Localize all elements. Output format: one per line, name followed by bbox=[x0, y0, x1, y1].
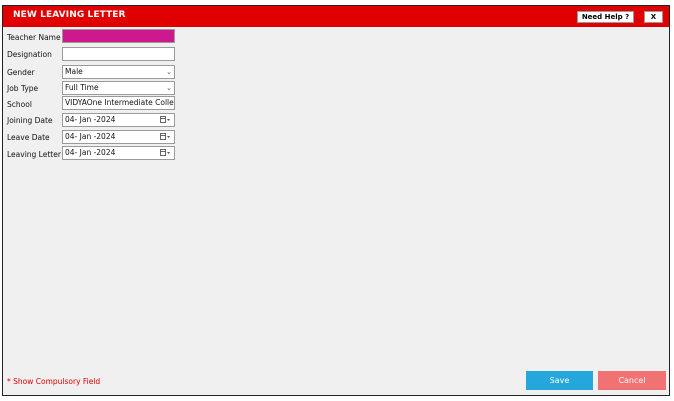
title-bar: NEW LEAVING LETTER Need Help ? X bbox=[3, 6, 669, 27]
close-button[interactable]: X bbox=[644, 11, 663, 23]
job-type-label: Job Type bbox=[7, 84, 39, 93]
save-button[interactable]: Save bbox=[526, 371, 593, 390]
leave-date-value: 04- Jan -2024 bbox=[65, 132, 116, 141]
joining-date-value: 04- Jan -2024 bbox=[65, 115, 116, 124]
joining-date-picker[interactable]: 04- Jan -2024 bbox=[62, 113, 175, 127]
chevron-down-icon: ⌄ bbox=[166, 84, 172, 92]
teacher-name-label: Teacher Name bbox=[7, 33, 61, 42]
leaving-letter-label: Leaving Letter bbox=[7, 150, 61, 159]
chevron-down-icon: ⌄ bbox=[166, 68, 172, 76]
compulsory-field-note: * Show Compulsory Field bbox=[7, 377, 101, 386]
job-type-value: Full Time bbox=[65, 83, 99, 92]
leave-date-label: Leave Date bbox=[7, 133, 50, 142]
school-input[interactable]: VIDYAOne Intermediate College bbox=[62, 96, 175, 110]
gender-label: Gender bbox=[7, 68, 35, 77]
calendar-icon[interactable] bbox=[160, 116, 171, 124]
gender-value: Male bbox=[65, 67, 83, 76]
calendar-icon[interactable] bbox=[160, 133, 171, 141]
teacher-name-input[interactable] bbox=[62, 29, 175, 43]
calendar-icon[interactable] bbox=[160, 149, 171, 157]
designation-input[interactable] bbox=[62, 47, 175, 61]
joining-date-label: Joining Date bbox=[7, 116, 53, 125]
school-label: School bbox=[7, 100, 32, 109]
need-help-button[interactable]: Need Help ? bbox=[577, 11, 634, 23]
leaving-letter-window: NEW LEAVING LETTER Need Help ? X Teacher… bbox=[2, 5, 670, 396]
cancel-button[interactable]: Cancel bbox=[598, 371, 666, 390]
job-type-select[interactable]: Full Time ⌄ bbox=[62, 81, 175, 95]
leaving-letter-value: 04- Jan -2024 bbox=[65, 148, 116, 157]
designation-label: Designation bbox=[7, 50, 52, 59]
leave-date-picker[interactable]: 04- Jan -2024 bbox=[62, 130, 175, 144]
leaving-letter-date-picker[interactable]: 04- Jan -2024 bbox=[62, 146, 175, 160]
gender-select[interactable]: Male ⌄ bbox=[62, 65, 175, 79]
window-title: NEW LEAVING LETTER bbox=[13, 10, 126, 20]
